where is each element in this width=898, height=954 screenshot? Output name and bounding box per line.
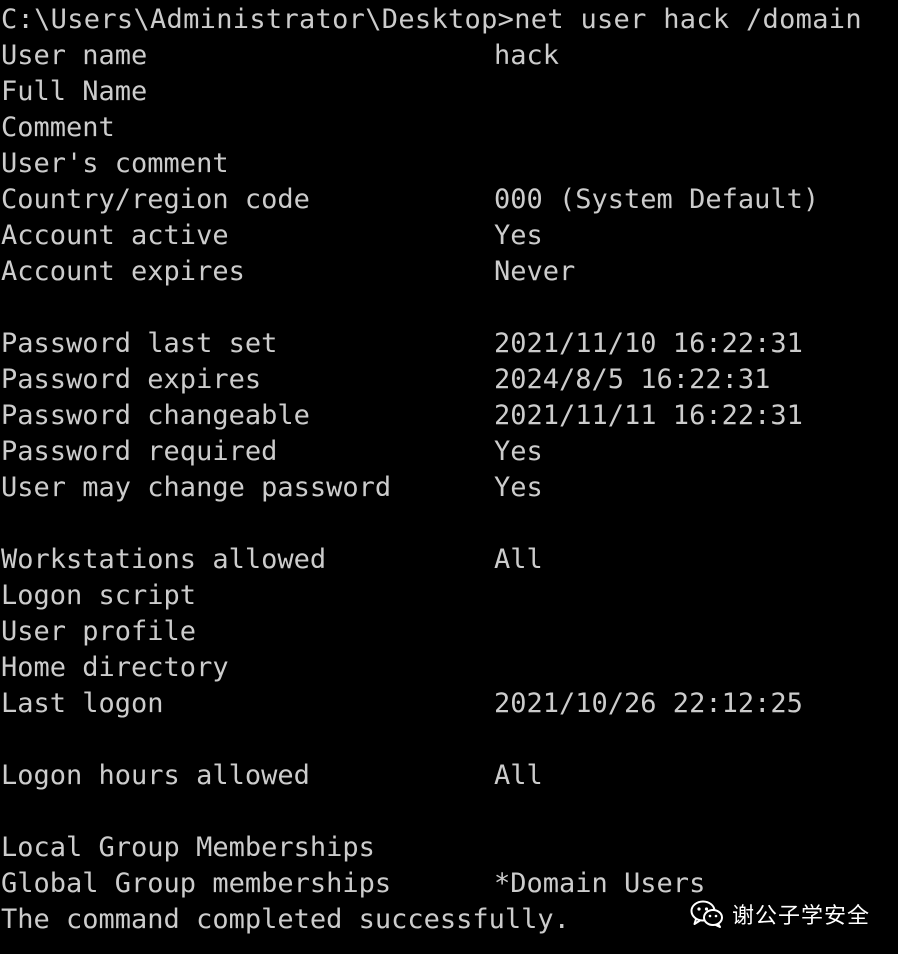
- prompt-path: C:\Users\Administrator\Desktop>: [1, 4, 515, 35]
- output-row: Password expires 2024/8/5 16:22:31: [1, 362, 897, 398]
- console-window[interactable]: C:\Users\Administrator\Desktop>net user …: [1, 2, 897, 938]
- output-row: User may change password Yes: [1, 470, 897, 506]
- field-label: User profile: [1, 616, 197, 647]
- field-value: 2021/11/10 16:22:31: [494, 328, 803, 359]
- field-value: All: [494, 760, 543, 791]
- output-row: User profile: [1, 614, 897, 650]
- wechat-icon: [690, 900, 724, 928]
- field-value: Yes: [494, 436, 543, 467]
- field-value: hack: [494, 40, 560, 71]
- field-label: User's comment: [1, 148, 229, 179]
- field-label: Account active: [1, 220, 229, 251]
- command-text: net user hack /domain: [514, 4, 862, 35]
- field-value: 000 (System Default): [494, 184, 820, 215]
- field-label: Password changeable: [1, 400, 310, 431]
- field-value: *Domain Users: [494, 868, 706, 899]
- field-value: 2021/11/11 16:22:31: [494, 400, 803, 431]
- field-label: Password last set: [1, 328, 278, 359]
- field-label: Comment: [1, 112, 115, 143]
- field-value: 2021/10/26 22:12:25: [494, 688, 803, 719]
- output-row: Logon hours allowed All: [1, 758, 897, 794]
- output-row: Home directory: [1, 650, 897, 686]
- field-label: Logon hours allowed: [1, 760, 310, 791]
- output-row: Account expires Never: [1, 254, 897, 290]
- field-label: User name: [1, 40, 148, 71]
- output-row: Full Name: [1, 74, 897, 110]
- field-label: Home directory: [1, 652, 229, 683]
- field-value: All: [494, 544, 543, 575]
- output-row: Logon script: [1, 578, 897, 614]
- output-row: Workstations allowed All: [1, 542, 897, 578]
- field-value: 2024/8/5 16:22:31: [494, 364, 771, 395]
- field-label: Password expires: [1, 364, 262, 395]
- output-row: Password changeable 2021/11/11 16:22:31: [1, 398, 897, 434]
- watermark: 谢公子学安全: [690, 896, 870, 932]
- output-row: User's comment: [1, 146, 897, 182]
- field-value: Never: [494, 256, 576, 287]
- output-row: Account active Yes: [1, 218, 897, 254]
- output-row: Last logon 2021/10/26 22:12:25: [1, 686, 897, 722]
- field-label: Workstations allowed: [1, 544, 327, 575]
- field-label: Password required: [1, 436, 278, 467]
- output-row: Local Group Memberships: [1, 830, 897, 866]
- output-row: Comment: [1, 110, 897, 146]
- output-row: Password last set 2021/11/10 16:22:31: [1, 326, 897, 362]
- field-label: Global Group memberships: [1, 868, 392, 899]
- field-label: Full Name: [1, 76, 148, 107]
- output-row: User name hack: [1, 38, 897, 74]
- field-value: Yes: [494, 220, 543, 251]
- output-row: Password required Yes: [1, 434, 897, 470]
- field-label: Last logon: [1, 688, 164, 719]
- command-line: C:\Users\Administrator\Desktop>net user …: [1, 2, 897, 38]
- field-label: User may change password: [1, 472, 392, 503]
- field-label: Country/region code: [1, 184, 310, 215]
- field-label: Logon script: [1, 580, 197, 611]
- field-label: Account expires: [1, 256, 245, 287]
- field-label: Local Group Memberships: [1, 832, 375, 863]
- field-value: Yes: [494, 472, 543, 503]
- watermark-text: 谢公子学安全: [731, 904, 870, 929]
- output-row: Country/region code 000 (System Default): [1, 182, 897, 218]
